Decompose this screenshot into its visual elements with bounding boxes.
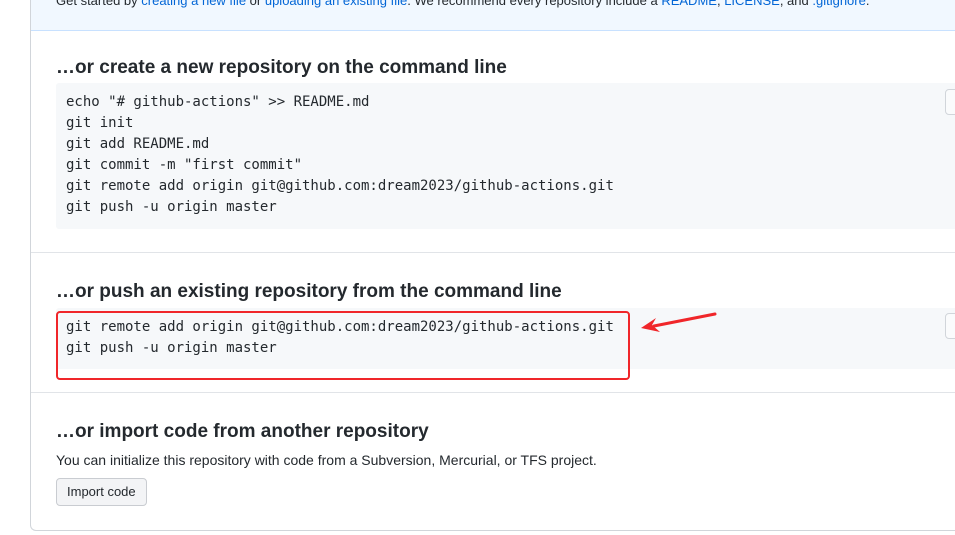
code-line[interactable]: git remote add origin git@github.com:dre… bbox=[66, 176, 614, 197]
import-code-title: …or import code from another repository bbox=[56, 421, 429, 442]
push-existing-code-lines: git remote add origin git@github.com:dre… bbox=[66, 317, 614, 359]
copy-push-existing-commands-button[interactable] bbox=[945, 313, 955, 339]
code-line[interactable]: echo "# github-actions" >> README.md bbox=[66, 92, 614, 113]
import-code-section: …or import code from another repository … bbox=[31, 393, 955, 532]
code-line[interactable]: git init bbox=[66, 113, 614, 134]
banner-text-middle: or bbox=[246, 0, 265, 8]
code-line[interactable]: git add README.md bbox=[66, 134, 614, 155]
import-code-description: You can initialize this repository with … bbox=[56, 452, 597, 468]
push-existing-title: …or push an existing repository from the… bbox=[56, 281, 562, 302]
code-line[interactable]: git remote add origin git@github.com:dre… bbox=[66, 317, 614, 338]
banner-text-recommend: . We recommend every repository include … bbox=[407, 0, 662, 8]
code-line[interactable]: git push -u origin master bbox=[66, 338, 614, 359]
license-link[interactable]: LICENSE bbox=[724, 0, 780, 8]
quick-setup-text: Get started by creating a new file or up… bbox=[56, 0, 869, 9]
code-line[interactable]: git commit -m "first commit" bbox=[66, 155, 614, 176]
readme-link[interactable]: README bbox=[661, 0, 717, 8]
new-repo-title: …or create a new repository on the comma… bbox=[56, 57, 507, 78]
gitignore-link[interactable]: .gitignore bbox=[812, 0, 865, 8]
code-line[interactable]: git push -u origin master bbox=[66, 197, 614, 218]
import-code-button[interactable]: Import code bbox=[56, 478, 147, 506]
push-existing-section: …or push an existing repository from the… bbox=[31, 253, 955, 393]
new-repo-code-lines: echo "# github-actions" >> README.md git… bbox=[66, 92, 614, 218]
red-arrow-icon bbox=[641, 312, 717, 332]
copy-new-repo-commands-button[interactable] bbox=[945, 89, 955, 115]
new-repo-section: …or create a new repository on the comma… bbox=[31, 31, 955, 253]
banner-text-prefix: Get started by bbox=[56, 0, 142, 8]
create-new-file-link[interactable]: creating a new file bbox=[141, 0, 246, 8]
upload-existing-file-link[interactable]: uploading an existing file bbox=[265, 0, 407, 8]
banner-text-suffix: . bbox=[865, 0, 870, 8]
push-existing-code-block: git remote add origin git@github.com:dre… bbox=[56, 308, 955, 369]
new-repo-code-block: echo "# github-actions" >> README.md git… bbox=[56, 83, 955, 229]
repository-setup-panel: Get started by creating a new file or up… bbox=[30, 0, 955, 531]
banner-text-sep2: , and bbox=[779, 0, 813, 8]
quick-setup-banner: Get started by creating a new file or up… bbox=[31, 0, 955, 31]
